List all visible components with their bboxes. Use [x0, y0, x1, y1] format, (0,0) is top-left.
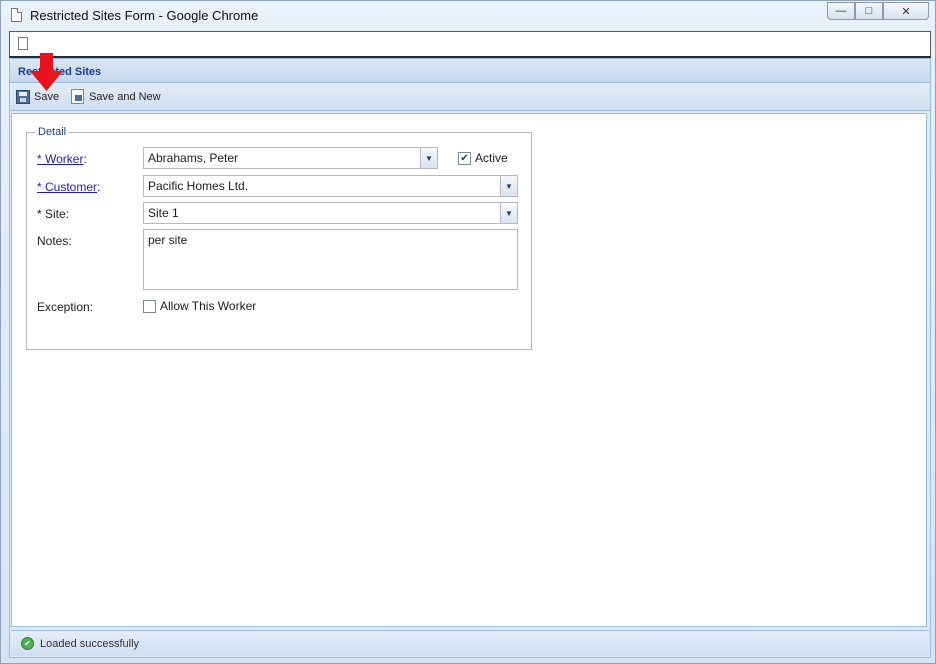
chevron-down-icon[interactable]: ▼	[420, 148, 437, 168]
notes-textarea[interactable]: per site	[143, 229, 518, 290]
red-arrow-icon	[30, 53, 63, 91]
page-icon	[18, 37, 28, 50]
status-text: Loaded successfully	[40, 637, 140, 650]
notes-label: Notes:	[37, 234, 72, 248]
checkmark-icon: ✔	[460, 152, 469, 164]
close-button[interactable]: ✕	[883, 2, 929, 20]
allow-worker-checkbox[interactable]	[143, 299, 156, 313]
restricted-sites-panel: Restricted Sites Save Save and New Detai…	[9, 58, 931, 658]
browser-window: Restricted Sites Form - Google Chrome — …	[0, 0, 936, 664]
worker-label: * Worker:	[37, 152, 87, 166]
active-checkbox[interactable]: ✔	[458, 151, 471, 165]
customer-link[interactable]: * Customer	[37, 180, 97, 194]
customer-label: * Customer:	[37, 180, 101, 194]
save-and-new-button[interactable]: Save and New	[71, 89, 161, 104]
form-body: Detail * Worker: Abrahams, Peter ▼ ✔ Act…	[11, 113, 927, 627]
chevron-down-icon[interactable]: ▼	[500, 176, 517, 196]
window-title: Restricted Sites Form - Google Chrome	[30, 8, 259, 23]
toolbar: Save Save and New	[10, 83, 930, 111]
site-value: Site 1	[148, 206, 179, 220]
save-and-new-button-label: Save and New	[89, 90, 161, 103]
chevron-down-icon[interactable]: ▼	[500, 203, 517, 223]
worker-value: Abrahams, Peter	[148, 151, 239, 165]
customer-value: Pacific Homes Ltd.	[148, 179, 249, 193]
address-bar	[9, 31, 931, 58]
site-label: * Site:	[37, 207, 70, 221]
panel-title: Restricted Sites	[10, 59, 930, 83]
detail-legend: Detail	[38, 126, 67, 138]
title-bar: Restricted Sites Form - Google Chrome — …	[1, 1, 935, 31]
close-icon: ✕	[901, 5, 911, 18]
maximize-button[interactable]: □	[855, 2, 883, 20]
customer-combo[interactable]: Pacific Homes Ltd. ▼	[143, 175, 518, 197]
check-circle-icon: ✔	[21, 637, 34, 650]
worker-link[interactable]: * Worker	[37, 152, 83, 166]
detail-fieldset: Detail * Worker: Abrahams, Peter ▼ ✔ Act…	[26, 126, 532, 350]
exception-label: Exception:	[37, 300, 94, 314]
site-combo[interactable]: Site 1 ▼	[143, 202, 518, 224]
page-icon	[11, 8, 22, 22]
allow-worker-label: Allow This Worker	[160, 299, 257, 313]
worker-combo[interactable]: Abrahams, Peter ▼	[143, 147, 438, 169]
allow-worker-checkbox-wrap[interactable]: Allow This Worker	[143, 299, 256, 313]
minimize-button[interactable]: —	[827, 2, 855, 20]
new-document-icon	[71, 89, 85, 104]
active-checkbox-wrap[interactable]: ✔ Active	[458, 151, 508, 165]
maximize-icon: □	[865, 5, 873, 17]
status-bar: ✔ Loaded successfully	[11, 630, 929, 656]
active-label: Active	[475, 151, 508, 165]
window-controls: — □ ✕	[827, 2, 929, 20]
minimize-icon: —	[835, 5, 847, 17]
